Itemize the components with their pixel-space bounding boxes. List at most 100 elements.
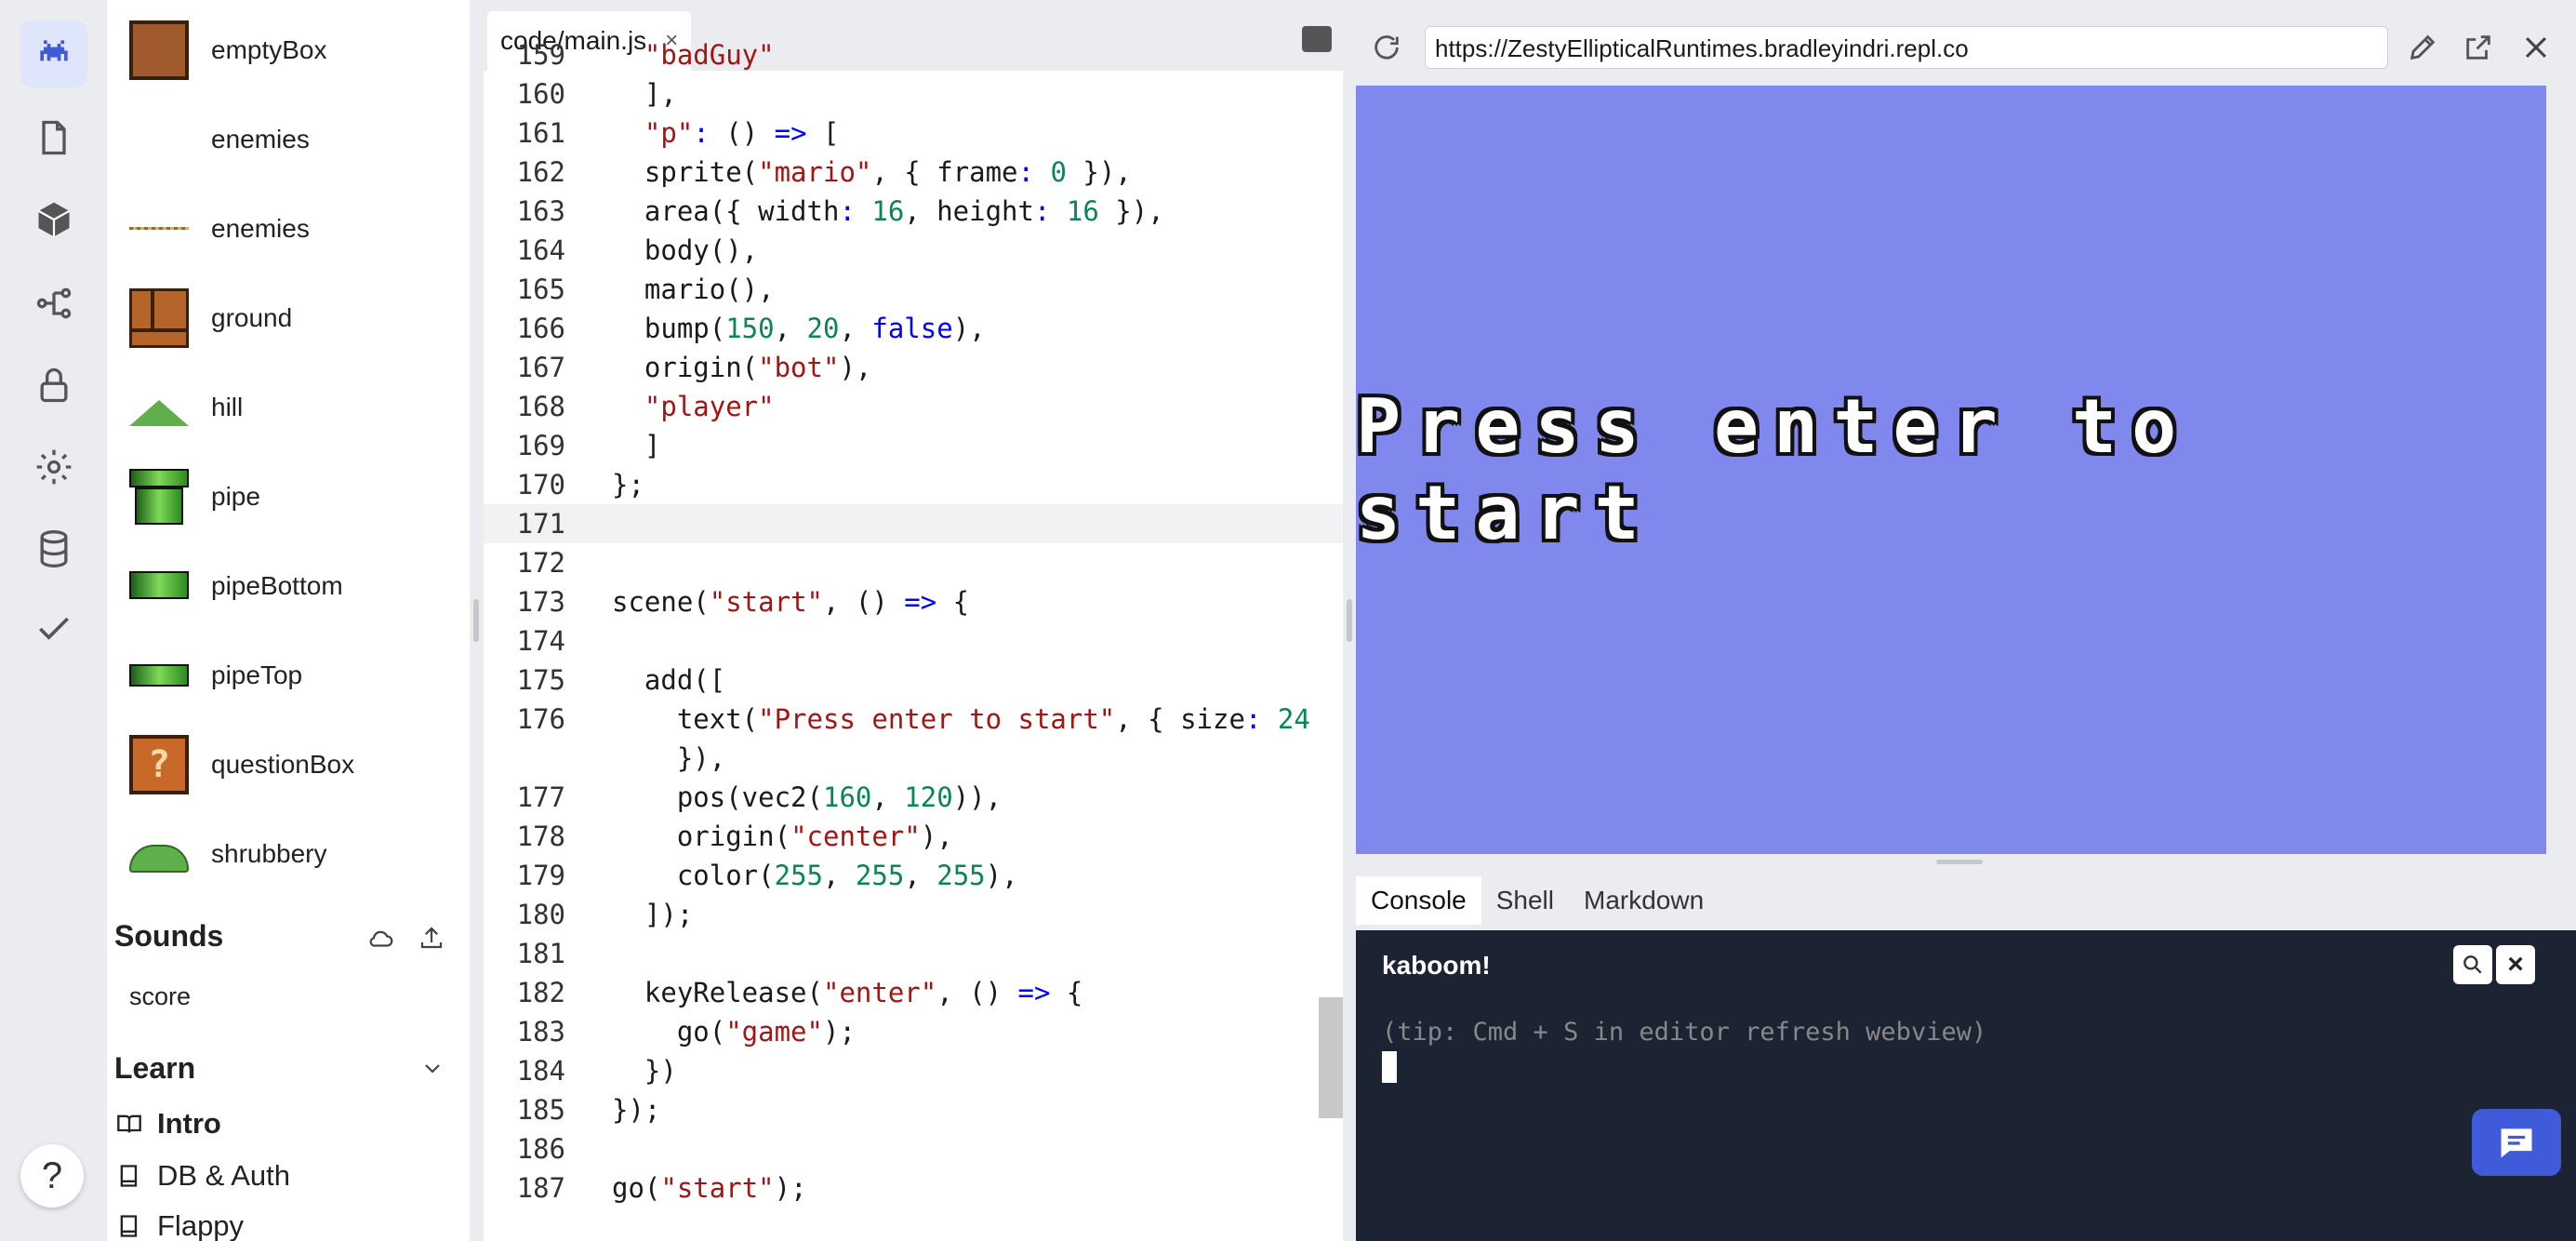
code-line[interactable]: ] [612, 430, 660, 461]
asset-item[interactable]: pipe [129, 460, 260, 534]
line-number: 175 [516, 664, 565, 696]
cloud-icon[interactable] [365, 925, 397, 953]
code-line[interactable]: scene("start", () => { [612, 586, 969, 618]
asset-panel: emptyBox enemies enemies ground hill pip… [107, 0, 470, 1241]
version-control-icon[interactable] [20, 270, 87, 337]
close-icon[interactable] [2520, 32, 2552, 63]
kaboom-icon[interactable] [20, 20, 87, 87]
line-number: 160 [516, 78, 565, 110]
code-line[interactable]: }; [612, 469, 644, 500]
editor-scrollbar[interactable] [1319, 997, 1343, 1118]
line-number: 185 [516, 1094, 565, 1126]
asset-item[interactable]: ground [129, 281, 292, 355]
space-invader-icon [40, 40, 68, 61]
line-number: 167 [516, 352, 565, 383]
chat-button[interactable] [2472, 1109, 2561, 1176]
code-line[interactable]: }); [612, 1094, 660, 1126]
code-line[interactable]: go("game"); [612, 1016, 856, 1048]
help-button[interactable]: ? [20, 1144, 84, 1208]
panel-splitter[interactable] [1347, 599, 1352, 642]
tab-console[interactable]: Console [1356, 876, 1481, 925]
learn-item-label: Flappy [157, 1209, 245, 1241]
line-number: 181 [516, 938, 565, 969]
editor-menu-icon[interactable] [1302, 26, 1332, 52]
line-number: 159 [516, 39, 565, 71]
asset-item[interactable]: pipeBottom [129, 549, 343, 623]
code-line[interactable]: ], [612, 78, 677, 110]
asset-item[interactable]: ? questionBox [129, 727, 354, 802]
code-line[interactable]: pos(vec2(160, 120)), [612, 781, 1002, 813]
asset-item[interactable]: enemies [129, 102, 310, 177]
learn-heading[interactable]: Learn [114, 1051, 195, 1086]
game-canvas[interactable]: Press enter to start [1356, 86, 2546, 854]
chevron-down-icon[interactable] [421, 1057, 444, 1079]
learn-item-intro[interactable]: Intro [116, 1107, 221, 1141]
code-area[interactable]: 159 "badGuy" 160 ], 161 "p": () => [162 sp… [484, 39, 1343, 1241]
tab-markdown[interactable]: Markdown [1569, 876, 1719, 925]
asset-item[interactable]: shrubbery [129, 817, 327, 891]
gear-icon [36, 449, 72, 485]
webview-panel: https://ZestyEllipticalRuntimes.bradleyi… [1356, 0, 2576, 856]
line-number: 176 [516, 703, 565, 735]
line-number: 171 [516, 508, 565, 540]
learn-item-db-auth[interactable]: DB & Auth [116, 1159, 290, 1193]
line-number: 173 [516, 586, 565, 618]
line-number: 161 [516, 117, 565, 149]
file-icon [42, 120, 66, 155]
git-branch-icon [36, 287, 72, 319]
code-line[interactable]: body(), [612, 234, 758, 266]
settings-icon[interactable] [20, 434, 87, 500]
asset-item[interactable]: pipeTop [129, 638, 302, 713]
asset-item[interactable]: hill [129, 370, 243, 445]
tests-icon[interactable] [20, 595, 87, 662]
pencil-icon[interactable] [2407, 32, 2438, 63]
code-line[interactable]: ]); [612, 899, 693, 930]
asset-item[interactable]: enemies [129, 192, 310, 266]
code-line[interactable]: text("Press enter to start", { size: 24 [612, 703, 1310, 735]
question-box-sprite: ? [129, 735, 189, 794]
code-line[interactable]: color(255, 255, 255), [612, 860, 1018, 891]
code-line[interactable]: area({ width: 16, height: 16 }), [612, 195, 1164, 227]
learn-item-label: Intro [157, 1107, 221, 1140]
asset-item[interactable]: emptyBox [129, 13, 327, 87]
code-line[interactable]: keyRelease("enter", () => { [612, 977, 1082, 1008]
code-line[interactable]: "p": () => [ [612, 117, 840, 149]
url-bar[interactable]: https://ZestyEllipticalRuntimes.bradleyi… [1425, 26, 2388, 69]
code-line[interactable]: "player" [612, 391, 775, 422]
code-line[interactable]: }), [612, 742, 725, 774]
code-line[interactable]: "badGuy" [612, 39, 775, 71]
code-line[interactable]: go("start"); [612, 1172, 807, 1204]
line-number: 168 [516, 391, 565, 422]
console-close-icon[interactable]: × [2496, 945, 2535, 984]
database-icon[interactable] [20, 515, 87, 582]
code-line[interactable]: sprite("mario", { frame: 0 }), [612, 156, 1132, 188]
code-line[interactable]: add([ [612, 664, 725, 696]
code-line[interactable]: }) [612, 1055, 677, 1087]
book-icon [120, 1215, 138, 1237]
line-number: 184 [516, 1055, 565, 1087]
line-number: 187 [516, 1172, 565, 1204]
packages-icon[interactable] [20, 186, 87, 253]
refresh-icon[interactable] [1371, 32, 1402, 63]
files-icon[interactable] [20, 104, 87, 171]
panel-splitter[interactable] [1936, 860, 1983, 864]
line-number: 177 [516, 781, 565, 813]
code-line[interactable]: origin("center"), [612, 821, 953, 852]
code-line[interactable]: origin("bot"), [612, 352, 871, 383]
learn-item-flappy[interactable]: Flappy [116, 1209, 244, 1241]
console-panel[interactable]: kaboom! × (tip: Cmd + S in editor refres… [1356, 930, 2576, 1241]
console-tab-bar: Console Shell Markdown [1356, 871, 1719, 930]
line-number: 180 [516, 899, 565, 930]
search-icon[interactable] [2453, 945, 2492, 984]
line-number: 183 [516, 1016, 565, 1048]
code-line[interactable]: bump(150, 20, false), [612, 313, 986, 344]
panel-splitter[interactable] [473, 599, 479, 642]
code-line[interactable]: mario(), [612, 274, 775, 305]
asset-label: emptyBox [211, 35, 327, 64]
secrets-icon[interactable] [20, 352, 87, 419]
active-line-highlight [484, 504, 1343, 543]
open-external-icon[interactable] [2463, 32, 2494, 63]
sound-item-score[interactable]: score [129, 982, 191, 1011]
tab-shell[interactable]: Shell [1481, 876, 1569, 925]
upload-icon[interactable] [418, 923, 445, 953]
